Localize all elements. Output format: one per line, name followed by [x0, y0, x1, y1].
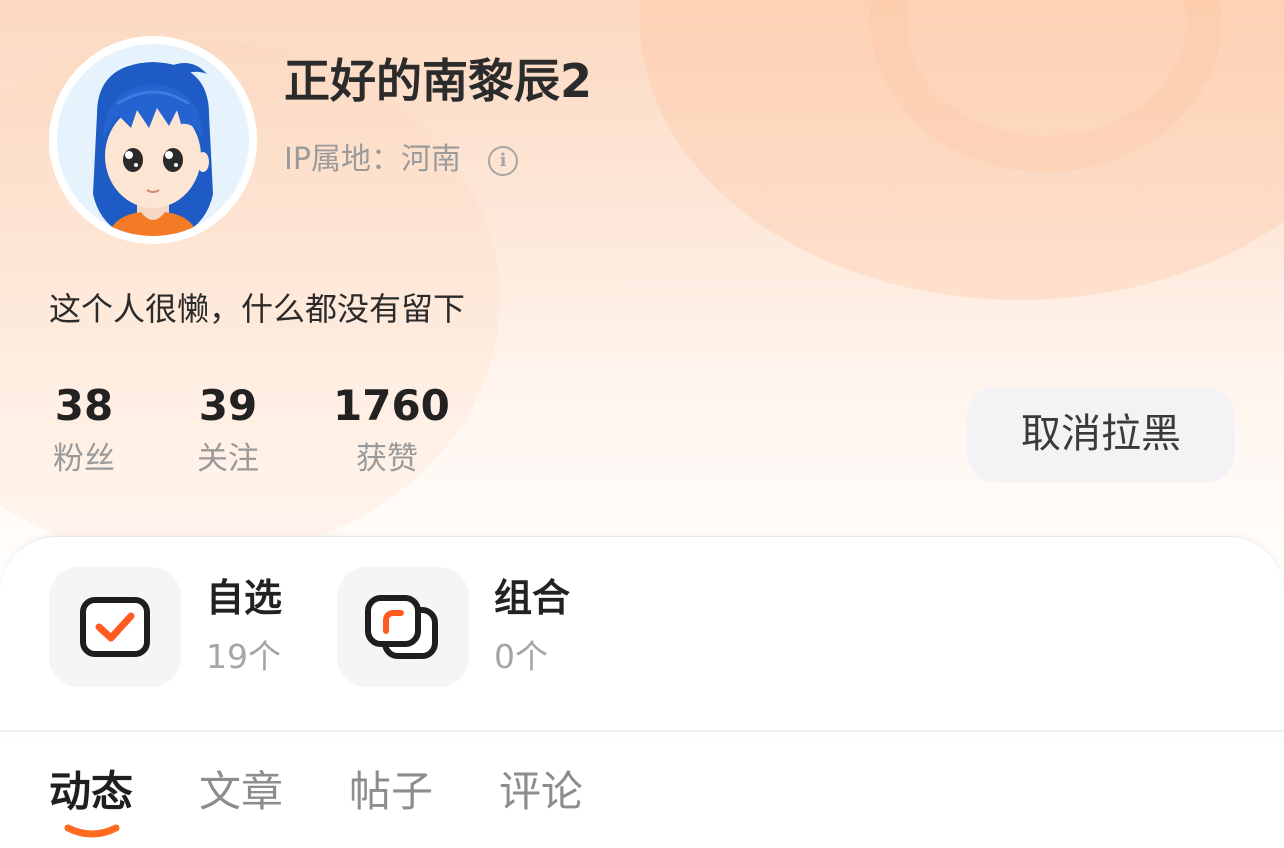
username: 正好的南黎辰2 — [284, 54, 593, 108]
stat-label: 粉丝 — [53, 441, 115, 477]
tab-comments[interactable]: 评论 — [499, 764, 583, 820]
tab-dynamics[interactable]: 动态 — [49, 764, 133, 820]
tab-articles[interactable]: 文章 — [199, 764, 283, 820]
stat-likes[interactable]: 1760 获赞 — [333, 378, 450, 482]
watchlist-button[interactable] — [49, 567, 181, 687]
portfolio-combo-title[interactable]: 组合 — [494, 573, 570, 623]
stat-label: 获赞 — [356, 441, 418, 477]
ip-location: IP属地：河南 — [284, 142, 461, 177]
bio-text: 这个人很懒，什么都没有留下 — [49, 290, 466, 328]
stat-following[interactable]: 39 关注 — [193, 378, 263, 482]
portfolio-card — [0, 536, 1284, 737]
active-tab-indicator — [64, 822, 120, 842]
section-divider — [0, 730, 1284, 732]
stat-label: 关注 — [197, 441, 259, 477]
portfolio-combo-count: 0个 — [494, 637, 548, 676]
portfolio-combo-button[interactable] — [337, 567, 469, 687]
unblock-button[interactable]: 取消拉黑 — [967, 387, 1235, 482]
stat-value: 39 — [198, 381, 258, 430]
avatar[interactable] — [49, 36, 257, 244]
stat-followers[interactable]: 38 粉丝 — [49, 378, 119, 482]
tab-posts[interactable]: 帖子 — [349, 764, 433, 820]
stat-value: 1760 — [333, 381, 450, 430]
info-icon[interactable]: i — [488, 146, 518, 176]
watchlist-count: 19个 — [206, 637, 281, 676]
stat-value: 38 — [54, 381, 114, 430]
checkbox-icon — [80, 597, 150, 657]
cartoon-girl-avatar-icon — [93, 62, 213, 236]
stacked-squares-icon — [365, 595, 438, 659]
watchlist-title[interactable]: 自选 — [206, 573, 282, 623]
